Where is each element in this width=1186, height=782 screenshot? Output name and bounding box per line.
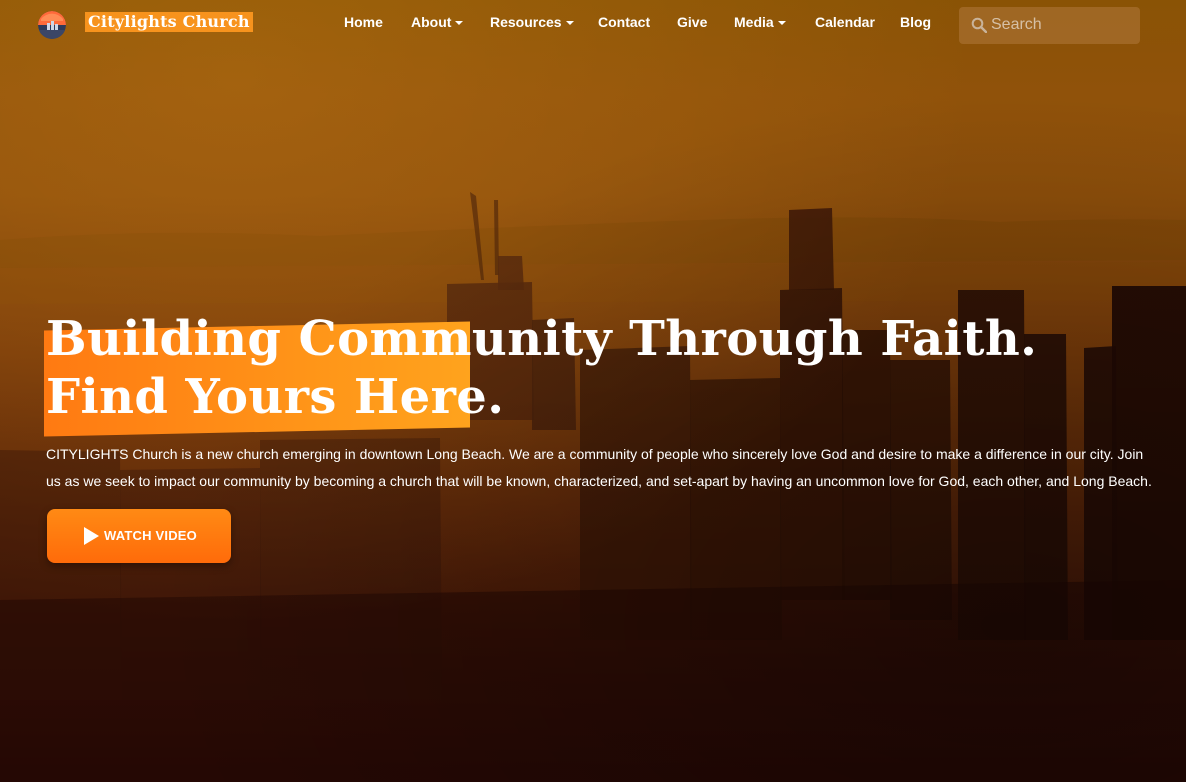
nav-give-link[interactable]: Give [677, 12, 707, 32]
nav-home-label: Home [344, 14, 383, 30]
search-box [959, 7, 1140, 44]
nav-blog-link[interactable]: Blog [900, 12, 931, 32]
nav-calendar-link[interactable]: Calendar [815, 12, 875, 32]
watch-video-button[interactable]: WATCH VIDEO [47, 509, 231, 563]
nav-home-link[interactable]: Home [344, 12, 383, 32]
headline-line-1: Building Community Through Faith. [46, 311, 1038, 367]
hero-headline: Building Community Through Faith. Find Y… [46, 310, 1037, 426]
nav-media-dropdown[interactable]: Media [734, 12, 786, 32]
watch-video-label: WATCH VIDEO [104, 528, 197, 543]
brand-name-link[interactable]: Citylights Church [85, 12, 253, 32]
nav-contact-label: Contact [598, 14, 651, 30]
nav-contact-link[interactable]: Contact [598, 12, 650, 32]
nav-about-label: About [411, 14, 452, 30]
nav-give-label: Give [677, 14, 708, 30]
search-icon [971, 17, 987, 33]
nav-blog-label: Blog [900, 14, 932, 30]
play-icon [84, 527, 99, 545]
nav-calendar-label: Calendar [815, 14, 875, 30]
caret-down-icon [455, 21, 464, 26]
nav-resources-label: Resources [490, 14, 562, 30]
caret-down-icon [565, 21, 574, 26]
top-navbar: Citylights Church Home About Resources C… [0, 0, 1186, 50]
nav-about-dropdown[interactable]: About [411, 12, 464, 32]
sunset-city-logo-icon[interactable] [38, 11, 66, 39]
nav-resources-dropdown[interactable]: Resources [490, 12, 574, 32]
hero-intro-text: CITYLIGHTS Church is a new church emergi… [46, 446, 1152, 489]
nav-media-label: Media [734, 14, 774, 30]
headline-line-2: Find Yours Here. [46, 369, 505, 425]
caret-down-icon [777, 21, 786, 26]
search-input[interactable] [991, 15, 1131, 35]
